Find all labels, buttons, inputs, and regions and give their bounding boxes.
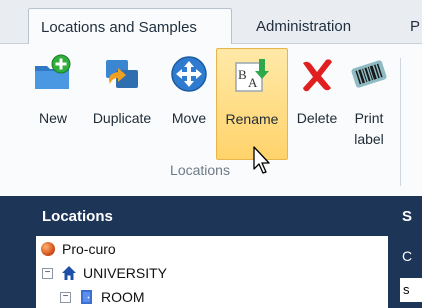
duplicate-icon [106, 60, 138, 88]
tree-item-room[interactable]: − ROOM [60, 286, 145, 308]
room-icon [81, 290, 92, 304]
rename-icon: B A [235, 59, 269, 92]
duplicate-label: Duplicate [92, 110, 152, 126]
ribbon-separator [400, 58, 401, 186]
collapse-toggle[interactable]: − [42, 267, 53, 279]
ribbon-panel: New Duplicate Move B A Rename Delete Pri… [0, 44, 422, 196]
tree-item-label: ROOM [101, 289, 145, 305]
right-panel-input[interactable]: s [400, 278, 422, 302]
locations-panel: Locations S C s Pro-curo − UNIVERSITY − [0, 196, 422, 308]
ribbon-tab-bar: Locations and Samples Administration P [0, 0, 422, 45]
tree-item-label: UNIVERSITY [83, 265, 168, 281]
svg-text:B: B [238, 67, 247, 82]
globe-icon [41, 242, 55, 256]
right-panel-title: S [402, 208, 413, 225]
delete-button[interactable]: Delete [288, 48, 346, 156]
locations-tree: Pro-curo − UNIVERSITY − ROOM [36, 236, 388, 308]
move-arrows-icon [171, 56, 207, 92]
svg-text:A: A [248, 75, 258, 90]
new-label: New [38, 110, 67, 126]
print-label-button[interactable]: Print label [346, 48, 392, 156]
tree-item-university[interactable]: − UNIVERSITY [42, 262, 167, 284]
delete-x-icon [303, 59, 332, 92]
new-folder-icon [35, 54, 71, 89]
tab-clipped[interactable]: P [398, 8, 422, 44]
rename-button[interactable]: B A Rename [216, 48, 288, 160]
tree-item-pro-curo[interactable]: Pro-curo [40, 238, 116, 260]
tab-locations-and-samples[interactable]: Locations and Samples [28, 8, 232, 45]
ribbon-group-label: Locations [170, 162, 230, 178]
collapse-toggle[interactable]: − [60, 291, 71, 303]
tab-administration[interactable]: Administration [244, 8, 363, 44]
house-icon [62, 266, 76, 280]
barcode-icon [351, 60, 387, 88]
new-button[interactable]: New [30, 48, 76, 156]
delete-label: Delete [296, 110, 338, 126]
move-button[interactable]: Move [164, 48, 214, 156]
mouse-pointer-icon [253, 146, 270, 174]
panel-title: Locations [42, 208, 113, 225]
move-label: Move [171, 110, 207, 126]
duplicate-button[interactable]: Duplicate [82, 48, 162, 156]
print-label-label: Print label [354, 110, 384, 147]
rename-label: Rename [225, 111, 279, 127]
right-panel-subtitle: C [402, 248, 413, 264]
tree-item-label: Pro-curo [62, 241, 116, 257]
